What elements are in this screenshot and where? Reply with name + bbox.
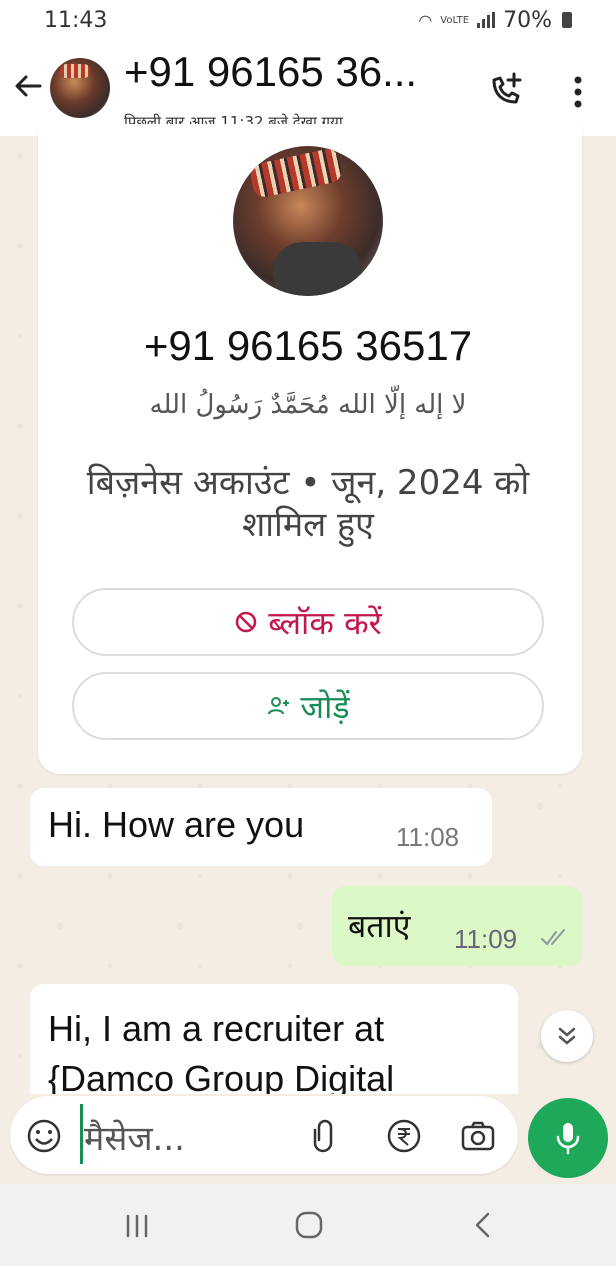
status-time: 11:43 [44,7,108,33]
block-label: ब्लॉक करें [268,603,382,642]
message-time: 11:09 [454,924,518,954]
add-person-icon [268,697,290,715]
recents-icon[interactable] [122,1212,152,1240]
nav-back-icon[interactable] [470,1210,494,1240]
message-outgoing[interactable]: बताएं 11:09 [332,886,582,966]
block-icon [235,611,257,633]
attach-icon[interactable] [310,1118,340,1154]
rupee-payment-icon[interactable] [386,1118,422,1154]
battery-icon [562,12,572,28]
battery-percent: 70% [503,7,552,33]
status-icons: ◠ VoLTE 70% [418,8,572,33]
message-text: Hi. How are you [48,804,305,845]
add-call-icon[interactable] [486,70,526,110]
camera-icon[interactable] [460,1118,496,1154]
add-label: जोड़ें [300,687,350,726]
text-cursor [80,1104,83,1164]
volte-label: VoLTE [440,14,470,26]
message-incoming[interactable]: Hi. How are you 11:08 [30,788,492,866]
system-nav-bar [0,1184,616,1266]
double-check-icon [541,929,565,946]
contact-avatar-large[interactable] [233,146,383,296]
message-text: बताएं [348,907,411,945]
message-text: Hi, I am a recruiter at {Damco Group Dig… [48,1008,395,1094]
emoji-icon[interactable] [26,1118,62,1154]
contact-avatar[interactable] [50,58,110,118]
contact-number: +91 96165 36517 [143,322,473,369]
message-time: 11:08 [396,822,460,852]
contact-about: لا إله إلّا الله مُحَمَّدٌ رَسُولُ الله [149,390,467,420]
wifi-icon: ◠ [418,10,433,30]
scroll-to-bottom-button[interactable] [541,1010,593,1062]
contact-title[interactable]: +91 96165 36... [124,48,417,96]
microphone-icon [556,1123,580,1155]
status-bar: 11:43 ◠ VoLTE 70% [0,0,616,40]
back-arrow-icon[interactable] [10,68,46,104]
business-info: बिज़नेस अकाउंट • जून, 2024 को शामिल हुए [86,463,530,545]
chat-header: +91 96165 36... पिछली बार आज 11:32 बजे द… [0,40,616,136]
message-composer[interactable]: मैसेज... [10,1096,518,1174]
message-incoming[interactable]: Hi, I am a recruiter at {Damco Group Dig… [30,984,518,1094]
more-vert-icon[interactable] [566,72,590,112]
message-input[interactable]: मैसेज... [84,1114,185,1160]
signal-icon [477,12,496,28]
voice-message-button[interactable] [528,1098,608,1178]
double-chevron-down-icon [558,1027,576,1045]
home-icon[interactable] [294,1210,324,1240]
add-contact-button[interactable]: जोड़ें [72,672,544,740]
block-button[interactable]: ब्लॉक करें [72,588,544,656]
